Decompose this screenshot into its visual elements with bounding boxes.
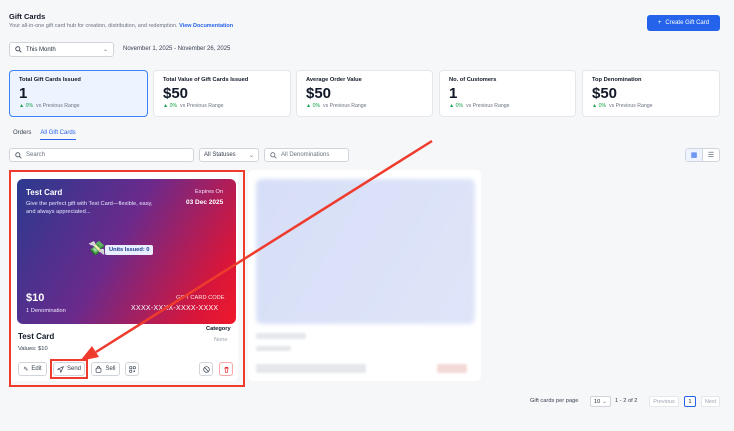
per-page-value: 10 — [593, 398, 601, 405]
annotation-arrow — [80, 139, 433, 361]
per-page-label: Gift cards per page — [530, 398, 579, 404]
chevron-down-icon: ⌄ — [602, 398, 608, 405]
pagination-range: 1 - 2 of 2 — [615, 398, 638, 404]
next-page-button[interactable]: Next — [701, 396, 720, 407]
page-1-button[interactable]: 1 — [684, 396, 696, 407]
per-page-select[interactable]: 10 ⌄ — [590, 396, 611, 407]
previous-page-button[interactable]: Previous — [649, 396, 679, 407]
